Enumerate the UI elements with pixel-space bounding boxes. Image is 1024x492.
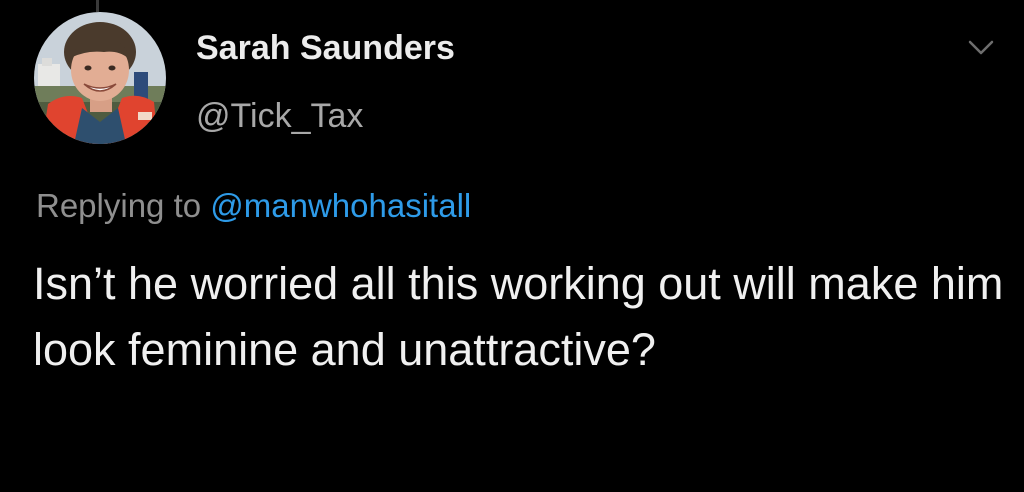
tweet-menu-button[interactable]	[966, 36, 996, 60]
author-info: Sarah Saunders @Tick_Tax	[196, 26, 455, 138]
reply-context-prefix: Replying to	[36, 187, 202, 224]
chevron-down-icon	[968, 40, 994, 55]
tweet-body-text: Isn’t he worried all this working out wi…	[33, 258, 1004, 375]
author-display-name[interactable]: Sarah Saunders	[196, 26, 455, 70]
thread-connector-line	[96, 0, 99, 12]
author-avatar[interactable]	[34, 12, 166, 144]
reply-context: Replying to @manwhohasitall	[36, 184, 471, 228]
avatar-photo-icon	[34, 12, 166, 144]
tweet-card: Sarah Saunders @Tick_Tax Replying to @ma…	[0, 0, 1024, 492]
author-handle[interactable]: @Tick_Tax	[196, 94, 455, 138]
reply-mention-link[interactable]: @manwhohasitall	[210, 187, 471, 224]
